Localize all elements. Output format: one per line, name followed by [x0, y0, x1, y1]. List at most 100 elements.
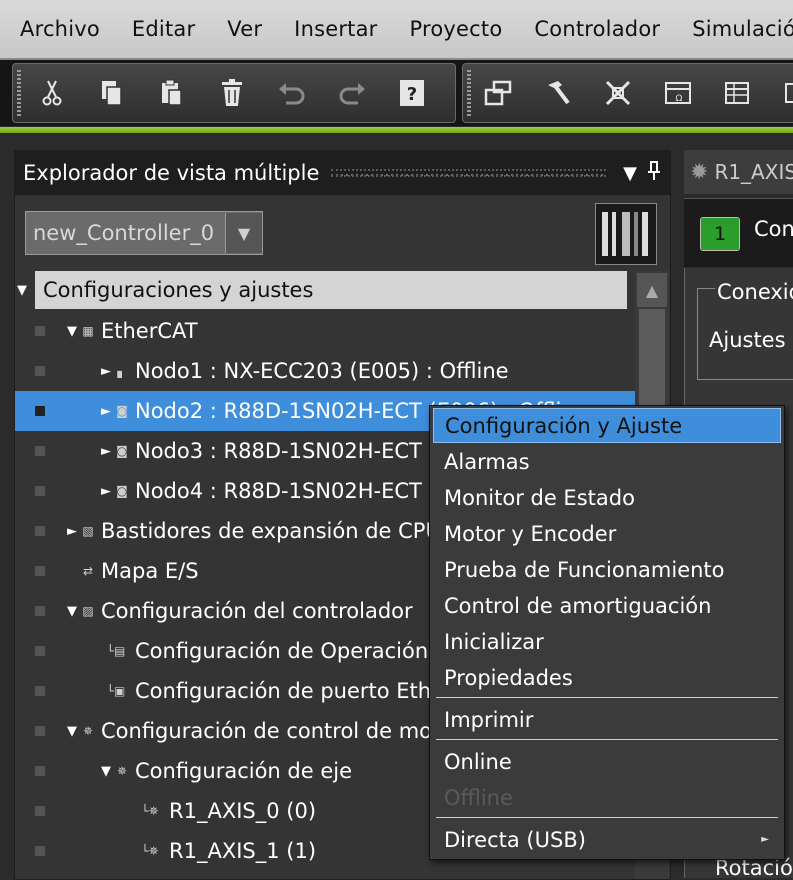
- connection-group-title: Conexión: [715, 280, 793, 304]
- menu-item-alarmas[interactable]: Alarmas: [433, 444, 781, 479]
- window-icon[interactable]: [479, 75, 517, 111]
- more-icon[interactable]: [771, 75, 793, 111]
- expand-arrow-icon[interactable]: ▼: [65, 604, 79, 619]
- tree-node-label: Nodo1 : NX-ECC203 (E005) : Offline: [135, 359, 509, 383]
- menu-editar[interactable]: Editar: [116, 17, 211, 41]
- menu-item-propiedades[interactable]: Propiedades: [433, 660, 781, 695]
- explorer-header: Explorador de vista múltiple ▼: [15, 151, 670, 195]
- controller-icon: ▨: [82, 604, 94, 618]
- tree-node-label: Mapa E/S: [101, 559, 199, 583]
- tab-r1-axis[interactable]: ✹ R1_AXIS: [684, 150, 793, 194]
- menu-item-motor-encoder[interactable]: Motor y Encoder: [433, 516, 781, 551]
- pin-icon[interactable]: [642, 160, 666, 186]
- compare-icon[interactable]: Ω: [659, 75, 697, 111]
- tree-node-label: EtherCAT: [101, 319, 198, 343]
- tree-node-label: Configuración de Operación: [135, 639, 429, 663]
- tree-node-label: Nodo4 : R88D-1SN02H-ECT: [135, 479, 422, 503]
- menu-insertar[interactable]: Insertar: [278, 17, 393, 41]
- menu-item-label: Directa (USB): [444, 827, 586, 852]
- tree-node-label: Configuración de eje: [135, 759, 353, 783]
- delete-icon[interactable]: [213, 75, 251, 111]
- tree-node-configuraciones[interactable]: Configuraciones y ajustes: [35, 271, 627, 309]
- menu-item-monitor-estado[interactable]: Monitor de Estado: [433, 480, 781, 515]
- controller-select[interactable]: new_Controller_0 ▼: [25, 211, 263, 255]
- servo-icon: ◙: [116, 444, 128, 458]
- toolbar-project-group: Ω: [462, 63, 793, 123]
- expand-arrow-icon[interactable]: ►: [65, 524, 79, 539]
- svg-text:?: ?: [407, 84, 417, 105]
- scroll-up-icon[interactable]: ▲: [637, 273, 667, 307]
- expand-arrow-icon[interactable]: ▼: [65, 324, 79, 339]
- explorer-title: Explorador de vista múltiple: [23, 161, 320, 185]
- transfer-icon[interactable]: [599, 75, 637, 111]
- expand-arrow-icon[interactable]: ►: [99, 404, 113, 419]
- expand-arrow-icon[interactable]: ►: [99, 444, 113, 459]
- expand-arrow-icon[interactable]: ▼: [99, 764, 113, 779]
- tree-node-label: Configuraciones y ajustes: [43, 278, 314, 302]
- toolbar-grip[interactable]: [467, 70, 471, 116]
- axis-gear-icon: ✵: [116, 764, 128, 778]
- controller-select-value: new_Controller_0: [33, 221, 215, 245]
- settings-label: Ajustes: [709, 328, 786, 352]
- tab-title: R1_AXIS: [714, 160, 793, 184]
- submenu-arrow-icon: ►: [761, 834, 769, 845]
- svg-text:Ω: Ω: [676, 94, 683, 104]
- network-icon: ▦: [82, 324, 94, 338]
- menu-item-control-amortiguacion[interactable]: Control de amortiguación: [433, 588, 781, 623]
- operation-icon: └▤: [106, 644, 126, 658]
- context-menu: Configuración y Ajuste Alarmas Monitor d…: [429, 405, 785, 860]
- menu-separator: [436, 739, 778, 740]
- menu-proyecto[interactable]: Proyecto: [394, 17, 519, 41]
- menu-bar: Archivo Editar Ver Insertar Proyecto Con…: [0, 0, 793, 60]
- expand-arrow-icon[interactable]: ▼: [65, 724, 79, 739]
- expand-arrow-icon[interactable]: ►: [99, 364, 113, 379]
- header-grip[interactable]: [331, 169, 606, 177]
- menu-separator: [436, 697, 778, 698]
- tree-node-ethercat[interactable]: ▼ ▦ EtherCAT: [15, 311, 635, 351]
- cut-icon[interactable]: [33, 75, 71, 111]
- tree-node-label: Bastidores de expansión de CPU: [101, 519, 441, 543]
- node-icon: ▖: [117, 364, 127, 378]
- axis-status-bar: 1 Con: [684, 198, 793, 267]
- menu-item-directa-usb[interactable]: Directa (USB) ►: [433, 822, 781, 857]
- axis-icon: └✵: [141, 804, 159, 818]
- menu-controlador[interactable]: Controlador: [518, 17, 676, 41]
- menu-item-inicializar[interactable]: Inicializar: [433, 624, 781, 659]
- copy-icon[interactable]: [93, 75, 131, 111]
- build-icon[interactable]: [539, 75, 577, 111]
- tree-node-label: Configuración del controlador: [101, 599, 413, 623]
- menu-simulacion[interactable]: Simulación: [676, 17, 793, 41]
- controller-device-icon: [595, 203, 657, 265]
- port-icon: └▣: [106, 684, 126, 698]
- table-icon[interactable]: [719, 75, 757, 111]
- servo-icon: ◙: [116, 484, 128, 498]
- toolbar-edit-group: ?: [12, 63, 456, 123]
- tree-node-label: R1_AXIS_0 (0): [169, 799, 317, 823]
- status-badge: 1: [700, 217, 740, 251]
- expand-arrow-icon[interactable]: ▼: [17, 283, 27, 298]
- menu-item-configuracion-ajuste[interactable]: Configuración y Ajuste: [433, 408, 781, 443]
- gear-icon: ✹: [690, 159, 709, 185]
- expand-arrow-icon[interactable]: ►: [99, 484, 113, 499]
- dropdown-arrow-icon[interactable]: ▼: [618, 163, 642, 184]
- menu-separator: [436, 817, 778, 818]
- axis-icon: └✵: [141, 844, 159, 858]
- menu-ver[interactable]: Ver: [211, 17, 278, 41]
- menu-archivo[interactable]: Archivo: [0, 17, 116, 41]
- io-map-icon: ⇄: [82, 564, 94, 578]
- chevron-down-icon[interactable]: ▼: [225, 213, 262, 253]
- help-icon[interactable]: ?: [393, 75, 431, 111]
- menu-item-prueba-funcionamiento[interactable]: Prueba de Funcionamiento: [433, 552, 781, 587]
- accent-divider: [0, 127, 793, 133]
- undo-icon[interactable]: [273, 75, 311, 111]
- menu-item-online[interactable]: Online: [433, 744, 781, 779]
- tree-node-label: R1_AXIS_1 (1): [169, 839, 317, 863]
- tree-node-nodo1[interactable]: ► ▖ Nodo1 : NX-ECC203 (E005) : Offline: [15, 351, 635, 391]
- tree-node-label: Nodo3 : R88D-1SN02H-ECT: [135, 439, 422, 463]
- redo-icon[interactable]: [333, 75, 371, 111]
- toolbar-grip[interactable]: [17, 70, 21, 116]
- menu-item-offline: Offline: [444, 785, 513, 810]
- paste-icon[interactable]: [153, 75, 191, 111]
- status-label: Con: [754, 217, 793, 241]
- menu-item-imprimir[interactable]: Imprimir: [433, 702, 781, 737]
